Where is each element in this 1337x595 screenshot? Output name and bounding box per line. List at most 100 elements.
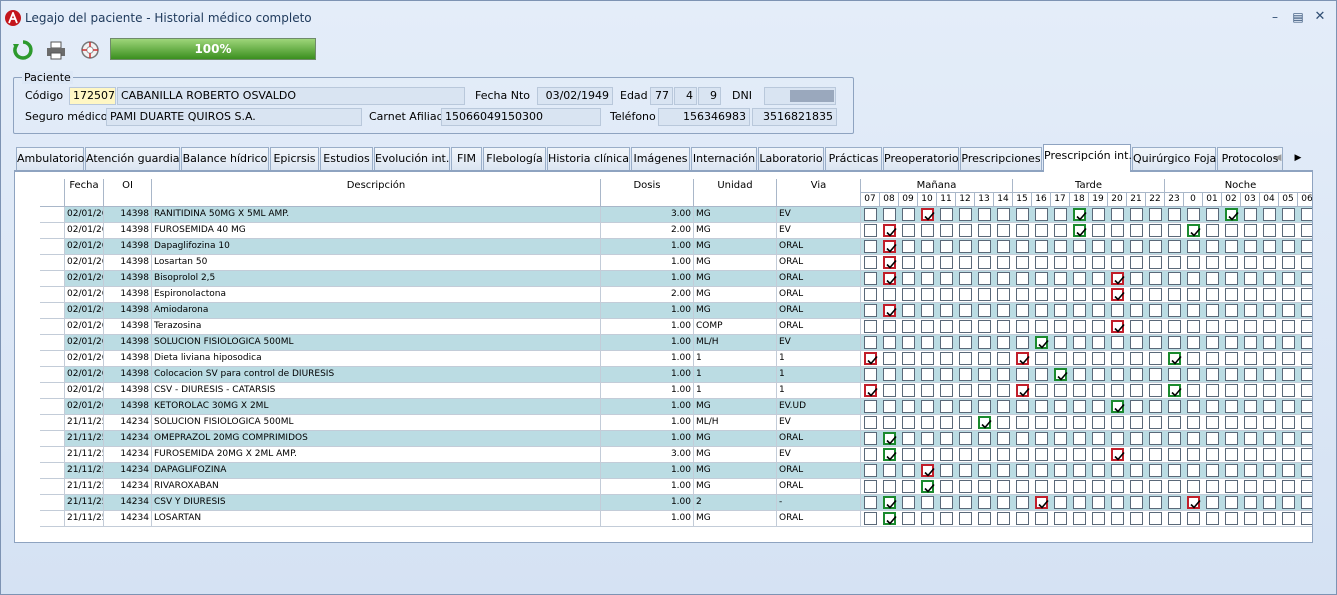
hour-checkbox[interactable] bbox=[1301, 320, 1312, 333]
hour-checkbox[interactable] bbox=[1225, 400, 1238, 413]
hour-checkbox[interactable] bbox=[1301, 384, 1312, 397]
hour-checkbox[interactable] bbox=[978, 496, 991, 509]
hour-checkbox[interactable] bbox=[978, 448, 991, 461]
hour-checkbox[interactable] bbox=[1092, 208, 1105, 221]
hour-checkbox[interactable] bbox=[1282, 336, 1295, 349]
hour-checkbox[interactable] bbox=[1016, 368, 1029, 381]
hour-checkbox[interactable] bbox=[1073, 256, 1086, 269]
hour-checkbox[interactable] bbox=[902, 240, 915, 253]
hour-checkbox[interactable] bbox=[1187, 448, 1200, 461]
row-selector-cell[interactable] bbox=[40, 207, 65, 222]
hour-checkbox[interactable] bbox=[1263, 384, 1276, 397]
table-row[interactable]: 21/11/25 14234 CSV Y DIURESIS 1.00 2- bbox=[40, 495, 1312, 511]
hour-checkbox[interactable] bbox=[1263, 400, 1276, 413]
hour-checkbox[interactable] bbox=[1168, 272, 1181, 285]
hour-checkbox[interactable] bbox=[997, 336, 1010, 349]
hour-checkbox[interactable] bbox=[1263, 480, 1276, 493]
hour-checkbox[interactable] bbox=[1092, 384, 1105, 397]
tab-laboratorio[interactable]: Laboratorio bbox=[758, 147, 824, 170]
close-icon[interactable]: ✕ bbox=[1312, 9, 1328, 25]
hour-checkbox[interactable] bbox=[1263, 352, 1276, 365]
hour-checkbox[interactable] bbox=[1206, 464, 1219, 477]
hour-checkbox[interactable] bbox=[1168, 480, 1181, 493]
hour-checkbox[interactable] bbox=[978, 288, 991, 301]
hour-checkbox[interactable] bbox=[1282, 432, 1295, 445]
hour-checkbox[interactable] bbox=[1168, 288, 1181, 301]
tab-atencion-guardia[interactable]: Atención guardia bbox=[85, 147, 180, 170]
hour-checkbox[interactable] bbox=[1073, 368, 1086, 381]
column-header-desc[interactable]: Descripción bbox=[152, 179, 601, 207]
hour-checkbox[interactable] bbox=[864, 496, 877, 509]
hour-checkbox[interactable] bbox=[1187, 288, 1200, 301]
hour-checkbox-checked-green[interactable] bbox=[978, 416, 992, 429]
hour-checkbox[interactable] bbox=[978, 512, 991, 525]
hour-checkbox[interactable] bbox=[1244, 512, 1257, 525]
hour-checkbox[interactable] bbox=[1073, 512, 1086, 525]
row-selector-cell[interactable] bbox=[40, 479, 65, 494]
hour-checkbox[interactable] bbox=[1301, 432, 1312, 445]
row-selector-cell[interactable] bbox=[40, 319, 65, 334]
hour-checkbox[interactable] bbox=[1149, 432, 1162, 445]
hour-checkbox[interactable] bbox=[940, 272, 953, 285]
hour-checkbox[interactable] bbox=[883, 400, 896, 413]
hour-checkbox[interactable] bbox=[1111, 416, 1124, 429]
hour-checkbox[interactable] bbox=[1168, 304, 1181, 317]
hour-checkbox[interactable] bbox=[1016, 416, 1029, 429]
hour-checkbox[interactable] bbox=[1282, 288, 1295, 301]
hour-checkbox[interactable] bbox=[940, 304, 953, 317]
hour-checkbox[interactable] bbox=[1092, 368, 1105, 381]
hour-checkbox[interactable] bbox=[1092, 352, 1105, 365]
hour-checkbox[interactable] bbox=[940, 336, 953, 349]
tab-internacion[interactable]: Internación bbox=[691, 147, 757, 170]
hour-checkbox[interactable] bbox=[1225, 432, 1238, 445]
hour-checkbox[interactable] bbox=[1054, 480, 1067, 493]
hour-checkbox[interactable] bbox=[1130, 416, 1143, 429]
hour-checkbox[interactable] bbox=[1035, 320, 1048, 333]
hour-checkbox[interactable] bbox=[1054, 464, 1067, 477]
hour-checkbox[interactable] bbox=[1016, 304, 1029, 317]
hour-checkbox[interactable] bbox=[921, 320, 934, 333]
hour-checkbox[interactable] bbox=[864, 400, 877, 413]
hour-checkbox[interactable] bbox=[1263, 240, 1276, 253]
hour-checkbox[interactable] bbox=[1149, 336, 1162, 349]
row-selector-cell[interactable] bbox=[40, 511, 65, 526]
hour-checkbox[interactable] bbox=[1092, 432, 1105, 445]
hour-checkbox[interactable] bbox=[1035, 464, 1048, 477]
hour-checkbox[interactable] bbox=[1225, 272, 1238, 285]
hour-checkbox[interactable] bbox=[1092, 400, 1105, 413]
hour-checkbox[interactable] bbox=[1244, 288, 1257, 301]
hour-checkbox[interactable] bbox=[1225, 384, 1238, 397]
hour-checkbox-checked-green[interactable] bbox=[1035, 336, 1049, 349]
hour-checkbox[interactable] bbox=[1187, 336, 1200, 349]
table-row[interactable]: 21/11/25 14234 SOLUCION FISIOLOGICA 500ML 1… bbox=[40, 415, 1312, 431]
hour-checkbox[interactable] bbox=[1263, 464, 1276, 477]
hour-checkbox[interactable] bbox=[1263, 320, 1276, 333]
hour-checkbox[interactable] bbox=[1225, 464, 1238, 477]
hour-checkbox[interactable] bbox=[1054, 400, 1067, 413]
hour-checkbox[interactable] bbox=[1016, 448, 1029, 461]
hour-checkbox[interactable] bbox=[1016, 512, 1029, 525]
hour-checkbox[interactable] bbox=[1301, 368, 1312, 381]
hour-checkbox[interactable] bbox=[978, 352, 991, 365]
hour-checkbox[interactable] bbox=[1263, 224, 1276, 237]
hour-checkbox[interactable] bbox=[1244, 304, 1257, 317]
hour-checkbox[interactable] bbox=[1301, 224, 1312, 237]
hour-checkbox[interactable] bbox=[864, 272, 877, 285]
hour-checkbox-checked-green[interactable] bbox=[883, 496, 897, 509]
hour-checkbox[interactable] bbox=[1111, 256, 1124, 269]
hour-checkbox[interactable] bbox=[940, 496, 953, 509]
hour-checkbox[interactable] bbox=[1111, 224, 1124, 237]
row-selector-cell[interactable] bbox=[40, 447, 65, 462]
hour-checkbox-checked-green[interactable] bbox=[883, 448, 897, 461]
hour-checkbox[interactable] bbox=[1149, 288, 1162, 301]
hour-checkbox[interactable] bbox=[1187, 272, 1200, 285]
hour-checkbox[interactable] bbox=[1263, 256, 1276, 269]
hour-checkbox[interactable] bbox=[1073, 480, 1086, 493]
hour-checkbox-checked-red[interactable] bbox=[883, 224, 897, 237]
hour-checkbox[interactable] bbox=[1130, 400, 1143, 413]
hour-checkbox[interactable] bbox=[902, 464, 915, 477]
hour-checkbox-checked-green[interactable] bbox=[921, 480, 935, 493]
row-selector-cell[interactable] bbox=[40, 271, 65, 286]
hour-checkbox[interactable] bbox=[1282, 352, 1295, 365]
hour-checkbox[interactable] bbox=[883, 352, 896, 365]
